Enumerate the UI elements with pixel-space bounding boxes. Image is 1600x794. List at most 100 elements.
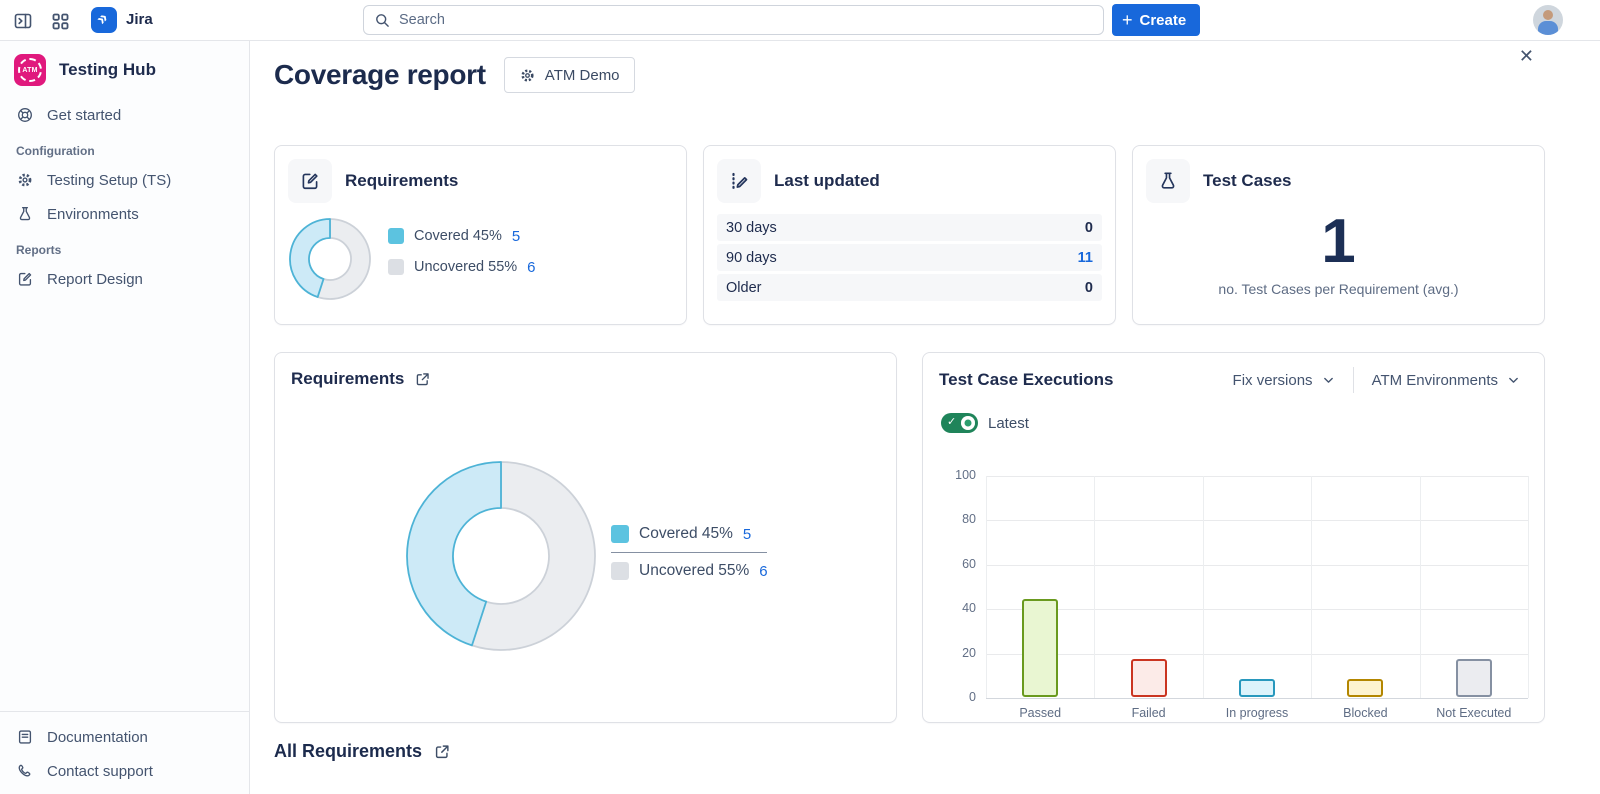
testing-hub-logo: ATM (14, 54, 46, 86)
edit-icon (299, 170, 321, 192)
external-link-icon[interactable] (433, 743, 451, 761)
page-header: Coverage report ATM Demo (274, 57, 635, 93)
sidebar-app-header[interactable]: ATM Testing Hub (0, 41, 249, 98)
requirements-detail-legend: Covered 45% 5 Uncovered 55% 6 (611, 521, 768, 584)
filter-divider (1353, 367, 1354, 393)
jira-logo[interactable]: » (91, 7, 117, 33)
executions-filters: Fix versions ATM Environments (1223, 367, 1530, 393)
gridline-y-40 (986, 609, 1528, 610)
gridline-x-5 (1528, 476, 1529, 698)
gridline-x-0 (986, 476, 987, 698)
last-updated-rows: 30 days 0 90 days 11 Older 0 (704, 214, 1115, 301)
uncovered-count-link[interactable]: 6 (527, 259, 535, 276)
edit-icon (16, 270, 34, 288)
bar-not-executed[interactable] (1456, 659, 1492, 697)
close-icon[interactable]: ✕ (1519, 47, 1534, 65)
avatar-head (1543, 10, 1553, 20)
latest-toggle-row: ✓ Latest (941, 413, 1029, 433)
atm-environments-dropdown[interactable]: ATM Environments (1362, 372, 1530, 389)
check-icon: ✓ (947, 415, 956, 428)
x-category-label-failed: Failed (1132, 706, 1166, 720)
y-tick-label-100: 100 (944, 468, 976, 482)
x-category-label-in-progress: In progress (1226, 706, 1289, 720)
bar-passed[interactable] (1022, 599, 1058, 697)
bar-failed[interactable] (1131, 659, 1167, 697)
y-tick-label-0: 0 (944, 690, 976, 704)
card-title: Test Case Executions (939, 370, 1113, 390)
sidebar-footer: Documentation Contact support (0, 711, 249, 788)
sidebar-item-testing-setup[interactable]: Testing Setup (TS) (0, 163, 249, 197)
project-selector-button[interactable]: ATM Demo (504, 57, 635, 93)
gear-icon (16, 171, 34, 189)
covered-count-link[interactable]: 5 (743, 526, 751, 543)
sidebar-item-report-design[interactable]: Report Design (0, 262, 249, 296)
edit-history-icon (728, 170, 750, 192)
latest-toggle[interactable]: ✓ (941, 413, 978, 433)
external-link-icon[interactable] (414, 371, 431, 388)
last-updated-row-older: Older 0 (717, 274, 1102, 301)
executions-plot: 020406080100PassedFailedIn progressBlock… (986, 476, 1528, 698)
sidebar-section-configuration: Configuration (0, 132, 249, 163)
detail-cards-row: Requirements Covered 45% 5 Uncovered 55%… (274, 352, 1545, 723)
chevron-down-icon (1507, 374, 1520, 387)
flask-icon (16, 205, 34, 223)
sidebar-item-documentation[interactable]: Documentation (0, 720, 249, 754)
gridline-y-60 (986, 565, 1528, 566)
last-updated-card: Last updated 30 days 0 90 days 11 Older … (703, 145, 1116, 325)
requirements-donut-small (288, 217, 372, 301)
last-updated-row-30-days: 30 days 0 (717, 214, 1102, 241)
all-requirements-title: All Requirements (274, 741, 422, 762)
create-button[interactable]: + Create (1112, 4, 1200, 36)
x-category-label-passed: Passed (1019, 706, 1061, 720)
plus-icon: + (1122, 11, 1133, 29)
legend-divider (611, 552, 767, 553)
app-switcher-icon[interactable] (47, 8, 73, 34)
page-title: Coverage report (274, 59, 486, 91)
flask-icon (1157, 170, 1179, 192)
covered-count-link[interactable]: 5 (512, 228, 520, 245)
card-title: Requirements (345, 171, 458, 191)
uncovered-swatch (611, 562, 629, 580)
gridline-y-20 (986, 654, 1528, 655)
sidebar-toggle-icon[interactable] (10, 8, 36, 34)
requirements-card-icon-box (288, 159, 332, 203)
last-updated-value-1[interactable]: 11 (1078, 250, 1093, 266)
all-requirements-section-header: All Requirements (274, 741, 451, 762)
gridline-x-4 (1420, 476, 1421, 698)
user-avatar[interactable] (1533, 5, 1563, 35)
search-bar[interactable] (363, 5, 1104, 35)
covered-swatch (388, 228, 404, 244)
sidebar-item-get-started[interactable]: Get started (0, 98, 249, 132)
last-updated-value-0: 0 (1085, 220, 1093, 236)
last-updated-row-90-days: 90 days 11 (717, 244, 1102, 271)
covered-swatch (611, 525, 629, 543)
summary-cards-row: Requirements Covered 45% 5 Uncovered 55%… (274, 145, 1545, 325)
bar-blocked[interactable] (1347, 679, 1383, 697)
gridline-y-100 (986, 476, 1528, 477)
lifebuoy-icon (16, 106, 34, 124)
x-category-label-blocked: Blocked (1343, 706, 1387, 720)
test-cases-card: Test Cases 1 no. Test Cases per Requirem… (1132, 145, 1545, 325)
fix-versions-dropdown[interactable]: Fix versions (1223, 372, 1345, 389)
y-tick-label-20: 20 (944, 646, 976, 660)
main-content: Coverage report ATM Demo ✕ Requirements … (250, 41, 1600, 794)
jira-logo-mark: » (92, 8, 113, 29)
legend-row-uncovered: Uncovered 55% 6 (611, 558, 768, 584)
requirements-summary-card: Requirements Covered 45% 5 Uncovered 55%… (274, 145, 687, 325)
legend-row-uncovered: Uncovered 55% 6 (388, 255, 536, 279)
gridline-y-0 (986, 698, 1528, 699)
sidebar-item-environments[interactable]: Environments (0, 197, 249, 231)
sidebar-item-contact-support[interactable]: Contact support (0, 754, 249, 788)
app-name[interactable]: Jira (126, 11, 153, 28)
legend-row-covered: Covered 45% 5 (388, 224, 536, 248)
gear-icon (519, 67, 536, 84)
card-title: Test Cases (1203, 171, 1292, 191)
sidebar-section-reports: Reports (0, 231, 249, 262)
gridline-y-80 (986, 520, 1528, 521)
bar-in-progress[interactable] (1239, 679, 1275, 697)
uncovered-count-link[interactable]: 6 (759, 563, 767, 580)
y-tick-label-80: 80 (944, 512, 976, 526)
document-icon (16, 728, 34, 746)
top-navigation-bar: » Jira + Create (0, 0, 1600, 41)
search-input[interactable] (399, 12, 1093, 28)
